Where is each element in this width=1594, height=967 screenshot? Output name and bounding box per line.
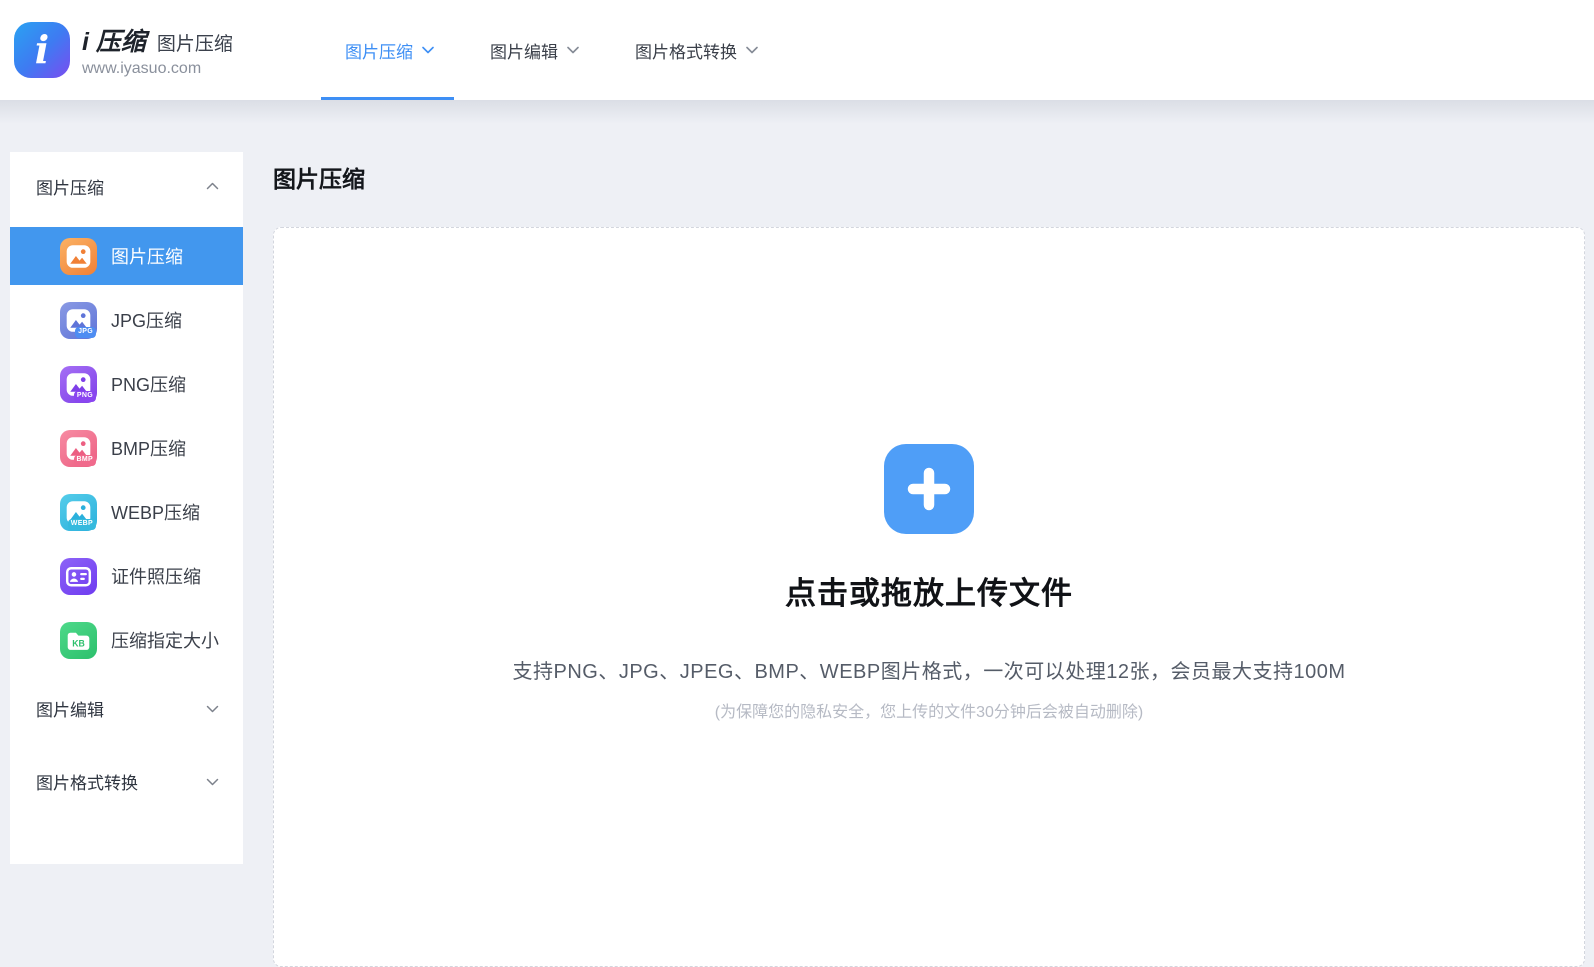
sidebar-item-webp-compress[interactable]: WEBP WEBP压缩 <box>10 480 243 544</box>
webp-compress-icon: WEBP <box>60 494 97 531</box>
kb-badge: KB <box>72 638 85 648</box>
sidebar-item-list: 图片压缩 JPG JPG压缩 PNG PNG压缩 BMP <box>10 227 243 672</box>
sidebar-item-label: 证件照压缩 <box>111 563 201 589</box>
id-photo-icon <box>60 558 97 595</box>
image-compress-icon <box>60 238 97 275</box>
plus-icon <box>905 465 953 513</box>
app-window: i i 压缩 图片压缩 www.iyasuo.com 图片压缩 图片编辑 <box>0 0 1594 864</box>
brand-line: i 压缩 图片压缩 <box>82 22 233 58</box>
sidebar-item-label: WEBP压缩 <box>111 499 200 525</box>
sidebar-section-image-edit[interactable]: 图片编辑 <box>10 672 243 745</box>
sidebar-item-label: PNG压缩 <box>111 371 186 397</box>
chevron-down-icon <box>422 46 434 54</box>
png-badge: PNG <box>74 391 96 401</box>
nav-label: 图片格式转换 <box>635 38 737 63</box>
nav-item-image-edit[interactable]: 图片编辑 <box>490 0 579 100</box>
chevron-up-icon <box>206 182 219 190</box>
upload-formats-hint: 支持PNG、JPG、JPEG、BMP、WEBP图片格式，一次可以处理12张，会员… <box>274 655 1584 684</box>
sidebar-section-label: 图片格式转换 <box>36 769 138 794</box>
nav-item-format-convert[interactable]: 图片格式转换 <box>635 0 758 100</box>
logo-icon: i <box>14 22 70 78</box>
bmp-badge: BMP <box>74 455 96 465</box>
upload-privacy-note: (为保障您的隐私安全，您上传的文件30分钟后会被自动删除) <box>274 698 1584 722</box>
upload-title: 点击或拖放上传文件 <box>274 568 1584 613</box>
webp-badge: WEBP <box>68 519 96 529</box>
jpg-badge: JPG <box>75 327 96 337</box>
upload-dropzone[interactable]: 点击或拖放上传文件 支持PNG、JPG、JPEG、BMP、WEBP图片格式，一次… <box>273 227 1585 967</box>
sidebar-item-png-compress[interactable]: PNG PNG压缩 <box>10 352 243 416</box>
sidebar-item-jpg-compress[interactable]: JPG JPG压缩 <box>10 288 243 352</box>
sidebar-item-id-photo-compress[interactable]: 证件照压缩 <box>10 544 243 608</box>
sidebar-item-label: JPG压缩 <box>111 307 182 333</box>
brand-tagline: 图片压缩 <box>157 29 233 56</box>
nav-label: 图片编辑 <box>490 38 558 63</box>
logo-text: i 压缩 图片压缩 www.iyasuo.com <box>82 22 233 78</box>
sidebar: 图片压缩 图片压缩 JPG JPG压缩 PNG <box>10 152 243 864</box>
chevron-down-icon <box>206 778 219 786</box>
sidebar-item-compress-to-size[interactable]: KB 压缩指定大小 <box>10 608 243 672</box>
page-title: 图片压缩 <box>273 152 1585 194</box>
sidebar-item-label: 压缩指定大小 <box>111 627 219 653</box>
nav-label: 图片压缩 <box>345 38 413 63</box>
chevron-down-icon <box>567 46 579 54</box>
sidebar-section-image-compress[interactable]: 图片压缩 <box>10 152 243 220</box>
bmp-compress-icon: BMP <box>60 430 97 467</box>
top-nav: 图片压缩 图片编辑 图片格式转换 <box>345 0 758 100</box>
sidebar-item-label: 图片压缩 <box>111 243 183 269</box>
upload-plus-button[interactable] <box>884 444 974 534</box>
sidebar-section-label: 图片编辑 <box>36 696 104 721</box>
logo[interactable]: i i 压缩 图片压缩 www.iyasuo.com <box>14 22 233 78</box>
sidebar-section-format-convert[interactable]: 图片格式转换 <box>10 745 243 818</box>
jpg-compress-icon: JPG <box>60 302 97 339</box>
sidebar-item-bmp-compress[interactable]: BMP BMP压缩 <box>10 416 243 480</box>
nav-item-image-compress[interactable]: 图片压缩 <box>345 0 434 100</box>
active-tab-underline <box>321 97 454 100</box>
main-content: 图片压缩 点击或拖放上传文件 支持PNG、JPG、JPEG、BMP、WEBP图片… <box>273 152 1585 864</box>
chevron-down-icon <box>746 46 758 54</box>
brand-name: i 压缩 <box>82 22 146 58</box>
sidebar-item-label: BMP压缩 <box>111 435 186 461</box>
sidebar-section-label: 图片压缩 <box>36 174 104 199</box>
kb-folder-icon: KB <box>60 622 97 659</box>
sidebar-item-image-compress[interactable]: 图片压缩 <box>10 227 243 285</box>
chevron-down-icon <box>206 705 219 713</box>
header: i i 压缩 图片压缩 www.iyasuo.com 图片压缩 图片编辑 <box>0 0 1594 100</box>
png-compress-icon: PNG <box>60 366 97 403</box>
site-url: www.iyasuo.com <box>82 59 233 78</box>
logo-letter: i <box>35 31 49 69</box>
